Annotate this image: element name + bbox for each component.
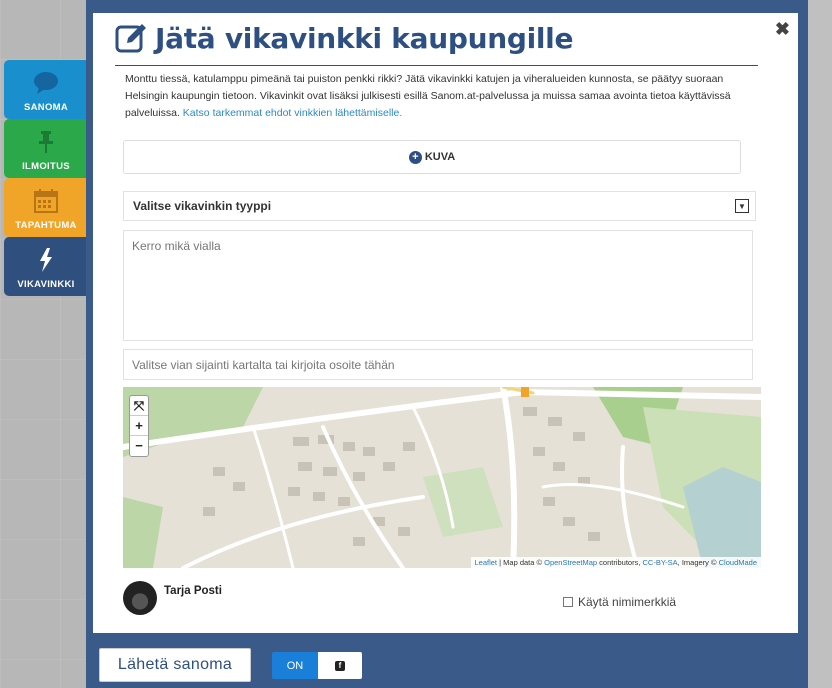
- dialog-header: Jätä vikavinkki kaupungille: [115, 21, 573, 55]
- map-tiles: [123, 387, 761, 568]
- avatar: [123, 581, 157, 615]
- attribution-text: | Map data ©: [497, 558, 545, 567]
- sidebar-item-ilmoitus[interactable]: ILMOITUS: [4, 119, 88, 178]
- calendar-icon: [33, 188, 59, 214]
- facebook-icon: f: [335, 660, 345, 671]
- tip-type-label: Valitse vikavinkin tyyppi: [133, 199, 272, 213]
- description-textarea[interactable]: Kerro mikä vialla: [123, 230, 753, 341]
- map-zoom-control: ⤧ + −: [129, 395, 149, 457]
- page-right-edge: [808, 0, 832, 688]
- osm-link[interactable]: OpenStreetMap: [544, 558, 597, 567]
- license-link[interactable]: CC-BY-SA: [643, 558, 678, 567]
- page-title: Jätä vikavinkki kaupungille: [155, 21, 574, 55]
- facebook-share-toggle[interactable]: ON f: [272, 652, 362, 679]
- pushpin-icon: [33, 129, 59, 155]
- form-panel: Jätä vikavinkki kaupungille ✖ Monttu tie…: [86, 0, 808, 688]
- edit-icon: [115, 24, 146, 53]
- sidebar-item-label: SANOMA: [23, 102, 69, 113]
- chevron-down-icon: ▼: [735, 199, 749, 213]
- title-divider: [115, 65, 758, 66]
- close-icon[interactable]: ✖: [775, 19, 790, 40]
- attribution-text: , Imagery ©: [677, 558, 719, 567]
- zoom-out-button[interactable]: −: [130, 436, 148, 456]
- speech-bubble-icon: [33, 70, 59, 96]
- plus-circle-icon: +: [408, 150, 422, 164]
- sidebar-item-label: TAPAHTUMA: [15, 220, 77, 231]
- tip-type-select[interactable]: Valitse vikavinkin tyyppi ▼: [123, 191, 756, 221]
- sidebar-item-tapahtuma[interactable]: TAPAHTUMA: [4, 178, 88, 237]
- use-nickname-checkbox[interactable]: Käytä nimimerkkiä: [563, 595, 676, 609]
- location-input[interactable]: Valitse vian sijainti kartalta tai kirjo…: [123, 349, 753, 380]
- add-photo-label: KUVA: [424, 151, 456, 163]
- intro-text: Monttu tiessä, katulamppu pimeänä tai pu…: [125, 71, 765, 122]
- leaflet-link[interactable]: Leaflet: [475, 558, 498, 567]
- sidebar-item-sanoma[interactable]: SANOMA: [4, 60, 88, 119]
- terms-link[interactable]: Katso tarkemmat ehdot vinkkien lähettämi…: [183, 107, 402, 119]
- facebook-area: f: [318, 652, 362, 679]
- attribution-text: contributors,: [597, 558, 643, 567]
- fullscreen-icon[interactable]: ⤧: [130, 396, 148, 416]
- add-photo-button[interactable]: + KUVA: [123, 140, 741, 174]
- user-name: Tarja Posti: [164, 585, 222, 597]
- sidebar-item-vikavinkki[interactable]: VIKAVINKKI: [4, 237, 88, 296]
- form-card: Jätä vikavinkki kaupungille ✖ Monttu tie…: [93, 13, 798, 633]
- nickname-label: Käytä nimimerkkiä: [578, 595, 677, 609]
- map-attribution: Leaflet | Map data © OpenStreetMap contr…: [470, 557, 761, 568]
- sidebar-nav: SANOMA ILMOITUS TAPAHTUMA VIKAVINKKI: [4, 60, 88, 296]
- sidebar-item-label: VIKAVINKKI: [17, 279, 75, 290]
- sidebar-item-label: ILMOITUS: [22, 161, 70, 172]
- location-map[interactable]: ⤧ + − Leaflet | Map data © OpenStreetMap…: [123, 387, 761, 568]
- zoom-in-button[interactable]: +: [130, 416, 148, 436]
- cloudmade-link[interactable]: CloudMade: [719, 558, 757, 567]
- send-button[interactable]: Lähetä sanoma: [99, 648, 251, 682]
- user-info: Tarja Posti: [123, 581, 222, 615]
- toggle-on-label: ON: [272, 652, 318, 679]
- checkbox-icon: [563, 597, 573, 607]
- lightning-icon: [33, 247, 59, 273]
